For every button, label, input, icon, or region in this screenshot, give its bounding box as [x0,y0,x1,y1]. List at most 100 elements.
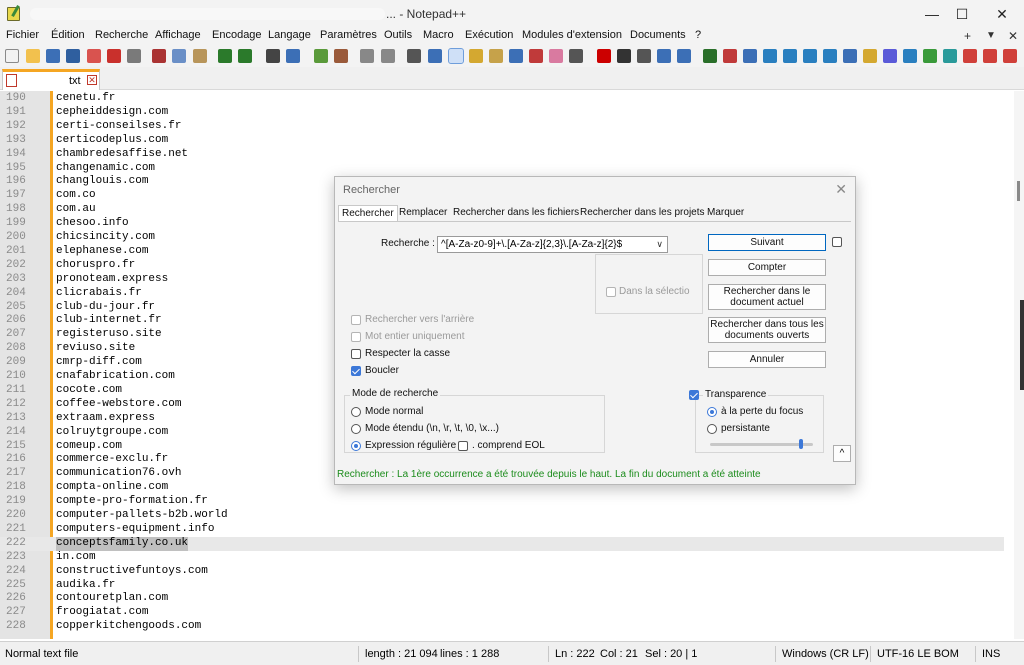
editor-line[interactable]: 220 computer-pallets-b2b.world [0,509,1004,523]
line-text[interactable]: comeup.com [56,440,122,454]
collapse-dialog-button[interactable]: ^ [833,445,851,462]
menu-fichier[interactable]: Fichier [6,29,39,41]
cancel-button[interactable]: Annuler [708,351,826,368]
line-text[interactable]: conceptsfamily.co.uk [56,536,189,551]
mode-normal-radio[interactable] [351,407,361,417]
line-text[interactable]: club-du-jour.fr [56,301,155,315]
first-icon[interactable] [963,49,977,63]
mode-extended-radio[interactable] [351,424,361,434]
previous-icon[interactable] [983,49,997,63]
find-icon[interactable] [266,49,280,63]
line-text[interactable]: chesoo.info [56,217,129,231]
line-text[interactable]: choruspro.fr [56,259,135,273]
minimize-button[interactable]: — [918,4,946,24]
menu-affichage[interactable]: Affichage [155,29,201,41]
down-arrow-icon[interactable] [803,49,817,63]
sync-h-icon[interactable] [381,49,395,63]
find-in-current-button[interactable]: Rechercher dans le document actuel [708,284,826,310]
line-text[interactable]: club-internet.fr [56,314,162,328]
menu-help[interactable]: ? [695,29,701,41]
tab-list-icon[interactable]: ▼ [986,30,996,41]
transparency-slider-thumb[interactable] [798,439,803,449]
menu-parametres[interactable]: Paramètres [320,29,377,41]
new-file-icon[interactable] [5,49,19,63]
line-text[interactable]: cocote.com [56,384,122,398]
menu-recherche[interactable]: Recherche [95,29,148,41]
dialog-close-icon[interactable]: ✕ [835,181,847,198]
editor-line[interactable]: 195 changenamic.com [0,162,1004,176]
editor-line[interactable]: 223 in.com [0,551,1004,565]
find-next-button[interactable]: Suivant [708,234,826,251]
line-text[interactable]: certi-conseilses.fr [56,120,181,134]
line-text[interactable]: coffee-webstore.com [56,398,181,412]
menu-documents[interactable]: Documents [630,29,686,41]
tab-remplacer[interactable]: Remplacer [396,205,450,222]
menu-edition[interactable]: Édition [51,29,85,41]
close-file-icon[interactable] [87,49,101,63]
folder-workspace-icon[interactable] [529,49,543,63]
new-tab-icon[interactable]: + [964,29,971,43]
replace-icon[interactable] [286,49,300,63]
dot-matches-eol-checkbox[interactable] [458,441,468,451]
cut-icon[interactable] [152,49,166,63]
find-in-all-docs-button[interactable]: Rechercher dans tous les documents ouver… [708,317,826,343]
line-text[interactable]: changenamic.com [56,162,155,176]
record-macro-icon[interactable] [597,49,611,63]
editor-line[interactable]: 190 cenetu.fr [0,92,1004,106]
line-text[interactable]: clicrabais.fr [56,287,142,301]
plugin-5-icon[interactable] [823,49,837,63]
search-input[interactable]: ^[A-Za-z0-9]+\.[A-Za-z]{2,3}\.[A-Za-z]{2… [437,236,668,253]
editor-line[interactable]: 221 computers-equipment.info [0,523,1004,537]
line-text[interactable]: froogiatat.com [56,606,148,620]
editor-line[interactable]: 225 audika.fr [0,579,1004,593]
line-text[interactable]: chicsincity.com [56,231,155,245]
udl-icon[interactable] [469,49,483,63]
paste-icon[interactable] [193,49,207,63]
tab-rechercher[interactable]: Rechercher [338,205,398,222]
up-arrow-icon[interactable] [783,49,797,63]
indent-guide-icon[interactable] [448,48,464,64]
close-document-icon[interactable]: ✕ [1008,29,1018,43]
editor-line[interactable]: 191 cepheiddesign.com [0,106,1004,120]
menu-execution[interactable]: Exécution [465,29,513,41]
line-text[interactable]: contouretplan.com [56,592,168,606]
editor-line[interactable]: 222 conceptsfamily.co.uk [0,536,1004,551]
plugin-3-icon[interactable] [743,49,757,63]
close-all-icon[interactable] [107,49,121,63]
line-text[interactable]: colruytgroupe.com [56,426,168,440]
show-all-chars-icon[interactable] [428,49,442,63]
line-text[interactable]: communication76.ovh [56,467,181,481]
on-focus-loss-radio[interactable] [707,407,717,417]
plugin-1-icon[interactable] [703,49,717,63]
function-list-icon[interactable] [509,49,523,63]
line-text[interactable]: in.com [56,551,96,565]
editor-line[interactable]: 219 compte-pro-formation.fr [0,495,1004,509]
save-icon[interactable] [46,49,60,63]
document-tab[interactable]: txt ✕ [2,69,100,90]
copy-icon[interactable] [172,49,186,63]
tab-close-icon[interactable]: ✕ [87,75,97,85]
tab-marquer[interactable]: Marquer [704,205,747,222]
editor-line[interactable]: 192 certi-conseilses.fr [0,120,1004,134]
zoom-out-icon[interactable] [334,49,348,63]
in-selection-checkbox[interactable] [606,287,616,297]
chevron-down-icon[interactable]: ∨ [656,237,663,252]
line-text[interactable]: extraam.express [56,412,155,426]
whole-word-checkbox[interactable] [351,332,361,342]
line-text[interactable]: compte-pro-formation.fr [56,495,208,509]
save-macro-icon[interactable] [677,49,691,63]
undo-icon[interactable] [218,49,232,63]
stop-macro-icon[interactable] [617,49,631,63]
find-next-option-checkbox[interactable] [832,237,842,247]
next-icon[interactable] [1003,49,1017,63]
run-macro-multiple-icon[interactable] [657,49,671,63]
close-window-button[interactable]: ✕ [988,4,1016,24]
editor-line[interactable]: 224 constructivefuntoys.com [0,565,1004,579]
editor-line[interactable]: 226 contouretplan.com [0,592,1004,606]
menu-outils[interactable]: Outils [384,29,412,41]
menu-macro[interactable]: Macro [423,29,454,41]
line-text[interactable]: commerce-exclu.fr [56,453,168,467]
js-icon[interactable] [883,49,897,63]
line-text[interactable]: copperkitchengoods.com [56,620,201,634]
editor-line[interactable]: 193 certicodeplus.com [0,134,1004,148]
